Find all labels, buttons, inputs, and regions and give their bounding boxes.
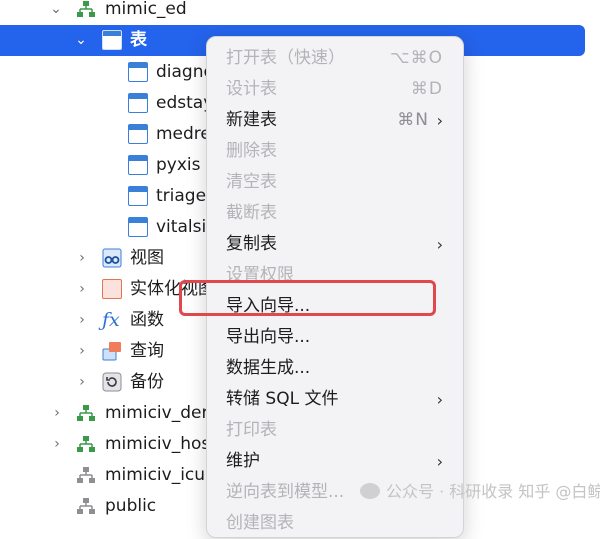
- menu-item-shortcut: ⌘N: [397, 110, 429, 130]
- menu-item-label: 转储 SQL 文件: [226, 389, 339, 409]
- wechat-icon: [360, 483, 380, 499]
- menu-item-shortcut: ⌥⌘O: [390, 48, 443, 68]
- menu-item-label: 清空表: [226, 172, 277, 192]
- table-label: pyxis: [156, 155, 201, 175]
- chevron-right-icon: ›: [436, 111, 443, 130]
- function-icon: ƒx: [102, 309, 120, 331]
- database-schema-icon: [77, 405, 95, 421]
- menu-item-new-table[interactable]: 新建表 ⌘N ›: [207, 105, 463, 136]
- menu-item-label: 截断表: [226, 203, 277, 223]
- views-icon: [102, 248, 122, 268]
- table-label: edstay: [156, 93, 214, 113]
- group-label: 查询: [130, 341, 164, 361]
- table-icon: [128, 62, 148, 82]
- group-label: 表: [130, 30, 147, 50]
- menu-item-maintain[interactable]: 维护 ›: [207, 446, 463, 477]
- menu-item-label: 逆向表到模型...: [226, 482, 345, 502]
- table-icon: [128, 155, 148, 175]
- chevron-right-icon[interactable]: ›: [75, 367, 89, 398]
- menu-item-print-table[interactable]: 打印表: [207, 415, 463, 446]
- chevron-right-icon[interactable]: ›: [75, 305, 89, 336]
- menu-item-truncate-table[interactable]: 截断表: [207, 198, 463, 229]
- menu-item-dump-sql[interactable]: 转储 SQL 文件 ›: [207, 384, 463, 415]
- chevron-right-icon: ›: [436, 235, 443, 254]
- chevron-right-icon: ›: [436, 390, 443, 409]
- table-icon: [128, 217, 148, 237]
- table-label: medre: [156, 124, 211, 144]
- chevron-right-icon[interactable]: ›: [50, 429, 64, 460]
- menu-item-open-table-quick[interactable]: 打开表（快速） ⌥⌘O: [207, 43, 463, 74]
- database-schema-icon: [77, 467, 95, 483]
- menu-item-label: 新建表: [226, 110, 277, 130]
- group-label: 备份: [130, 372, 164, 392]
- materialized-view-icon: [102, 279, 122, 299]
- tree-row-db-mimic-ed[interactable]: ⌄ mimic_ed: [0, 0, 600, 25]
- table-icon: [128, 124, 148, 144]
- chevron-right-icon[interactable]: ›: [50, 398, 64, 429]
- menu-item-label: 导出向导...: [226, 327, 311, 347]
- menu-item-label: 删除表: [226, 141, 277, 161]
- menu-item-label: 设计表: [226, 79, 277, 99]
- db-label: mimiciv_deri: [105, 403, 214, 423]
- table-label: triage: [156, 186, 207, 206]
- query-icon: [102, 342, 121, 361]
- chevron-right-icon[interactable]: ›: [75, 274, 89, 305]
- database-schema-icon: [77, 1, 95, 17]
- database-schema-icon: [77, 436, 95, 452]
- table-icon: [128, 186, 148, 206]
- menu-item-empty-table[interactable]: 清空表: [207, 167, 463, 198]
- menu-item-label: 打开表（快速）: [226, 48, 345, 68]
- chevron-right-icon: ›: [436, 452, 443, 471]
- menu-item-label: 打印表: [226, 420, 277, 440]
- db-label: public: [105, 496, 157, 516]
- menu-item-label: 复制表: [226, 234, 277, 254]
- watermark: 公众号 · 科研收录 知乎 @白鲸鱼: [360, 478, 600, 502]
- table-icon: [128, 93, 148, 113]
- db-label: mimiciv_hosp: [105, 434, 222, 454]
- group-label: 函数: [130, 310, 164, 330]
- menu-item-duplicate-table[interactable]: 复制表 ›: [207, 229, 463, 260]
- database-schema-icon: [77, 498, 95, 514]
- db-label: mimiciv_icu: [105, 465, 206, 485]
- chevron-right-icon[interactable]: ›: [75, 336, 89, 367]
- menu-item-export-wizard[interactable]: 导出向导...: [207, 322, 463, 353]
- chevron-right-icon[interactable]: ›: [75, 243, 89, 274]
- menu-item-design-table[interactable]: 设计表 ⌘D: [207, 74, 463, 105]
- chevron-down-icon[interactable]: ⌄: [74, 25, 88, 56]
- watermark-text: 公众号 · 科研收录 知乎 @白鲸鱼: [386, 482, 600, 501]
- menu-item-label: 维护: [226, 451, 260, 471]
- menu-item-data-generation[interactable]: 数据生成...: [207, 353, 463, 384]
- menu-item-shortcut: ⌘D: [410, 79, 443, 99]
- menu-item-delete-table[interactable]: 删除表: [207, 136, 463, 167]
- highlight-box: [179, 280, 436, 316]
- table-group-icon: [102, 30, 122, 50]
- group-label: 视图: [130, 248, 164, 268]
- chevron-down-icon[interactable]: ⌄: [49, 0, 63, 25]
- menu-item-create-chart[interactable]: 创建图表: [207, 508, 463, 539]
- backup-icon: [102, 372, 122, 392]
- db-label: mimic_ed: [105, 0, 187, 19]
- menu-item-label: 创建图表: [226, 513, 294, 533]
- menu-item-label: 数据生成...: [226, 358, 311, 378]
